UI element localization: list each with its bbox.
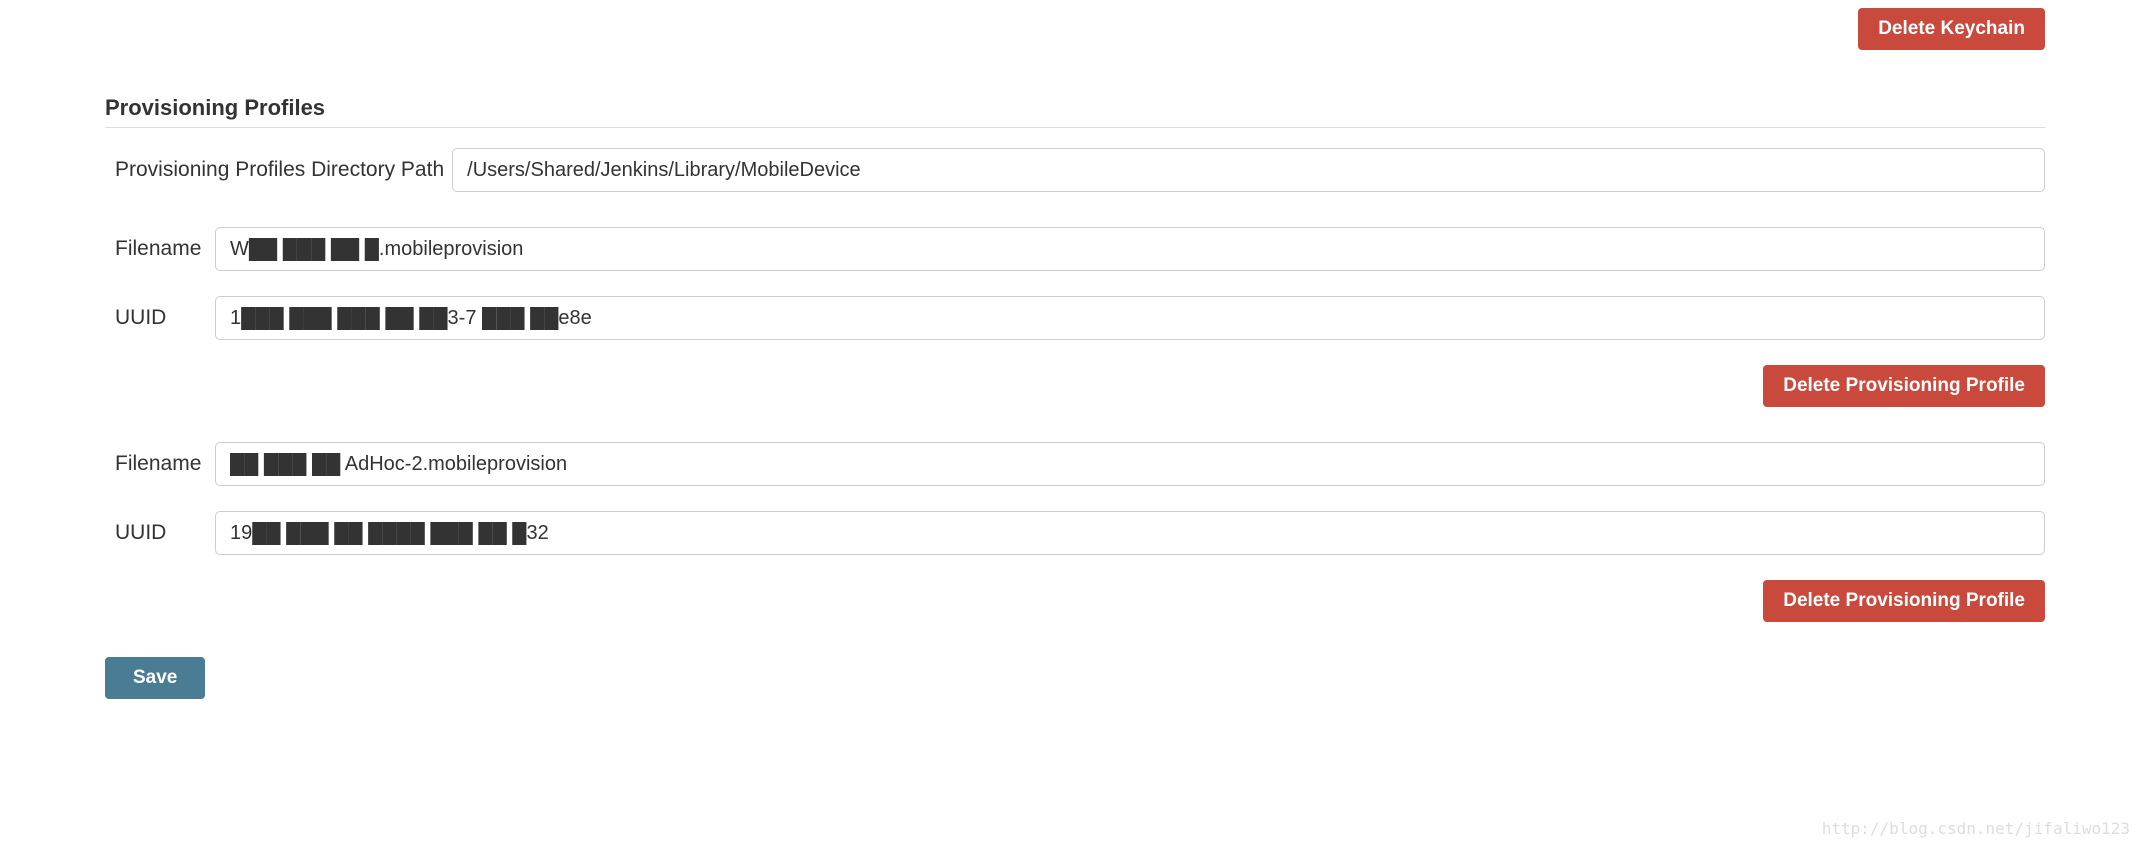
uuid-input[interactable] [215,511,2045,555]
profile-block: Filename UUID Delete Provisioning Profil… [115,227,2045,407]
directory-path-label: Provisioning Profiles Directory Path [115,158,452,182]
section-heading: Provisioning Profiles [105,95,2045,128]
uuid-label: UUID [115,306,215,330]
filename-label: Filename [115,237,215,261]
filename-input[interactable] [215,442,2045,486]
filename-input[interactable] [215,227,2045,271]
uuid-label: UUID [115,521,215,545]
delete-provisioning-profile-button[interactable]: Delete Provisioning Profile [1763,580,2045,622]
directory-path-input[interactable] [452,148,2045,192]
watermark-text: http://blog.csdn.net/jifaliwo123 [1822,819,2130,838]
save-button[interactable]: Save [105,657,205,699]
filename-label: Filename [115,452,215,476]
delete-provisioning-profile-button[interactable]: Delete Provisioning Profile [1763,365,2045,407]
profile-block: Filename UUID Delete Provisioning Profil… [115,442,2045,622]
uuid-input[interactable] [215,296,2045,340]
delete-keychain-button[interactable]: Delete Keychain [1858,8,2045,50]
